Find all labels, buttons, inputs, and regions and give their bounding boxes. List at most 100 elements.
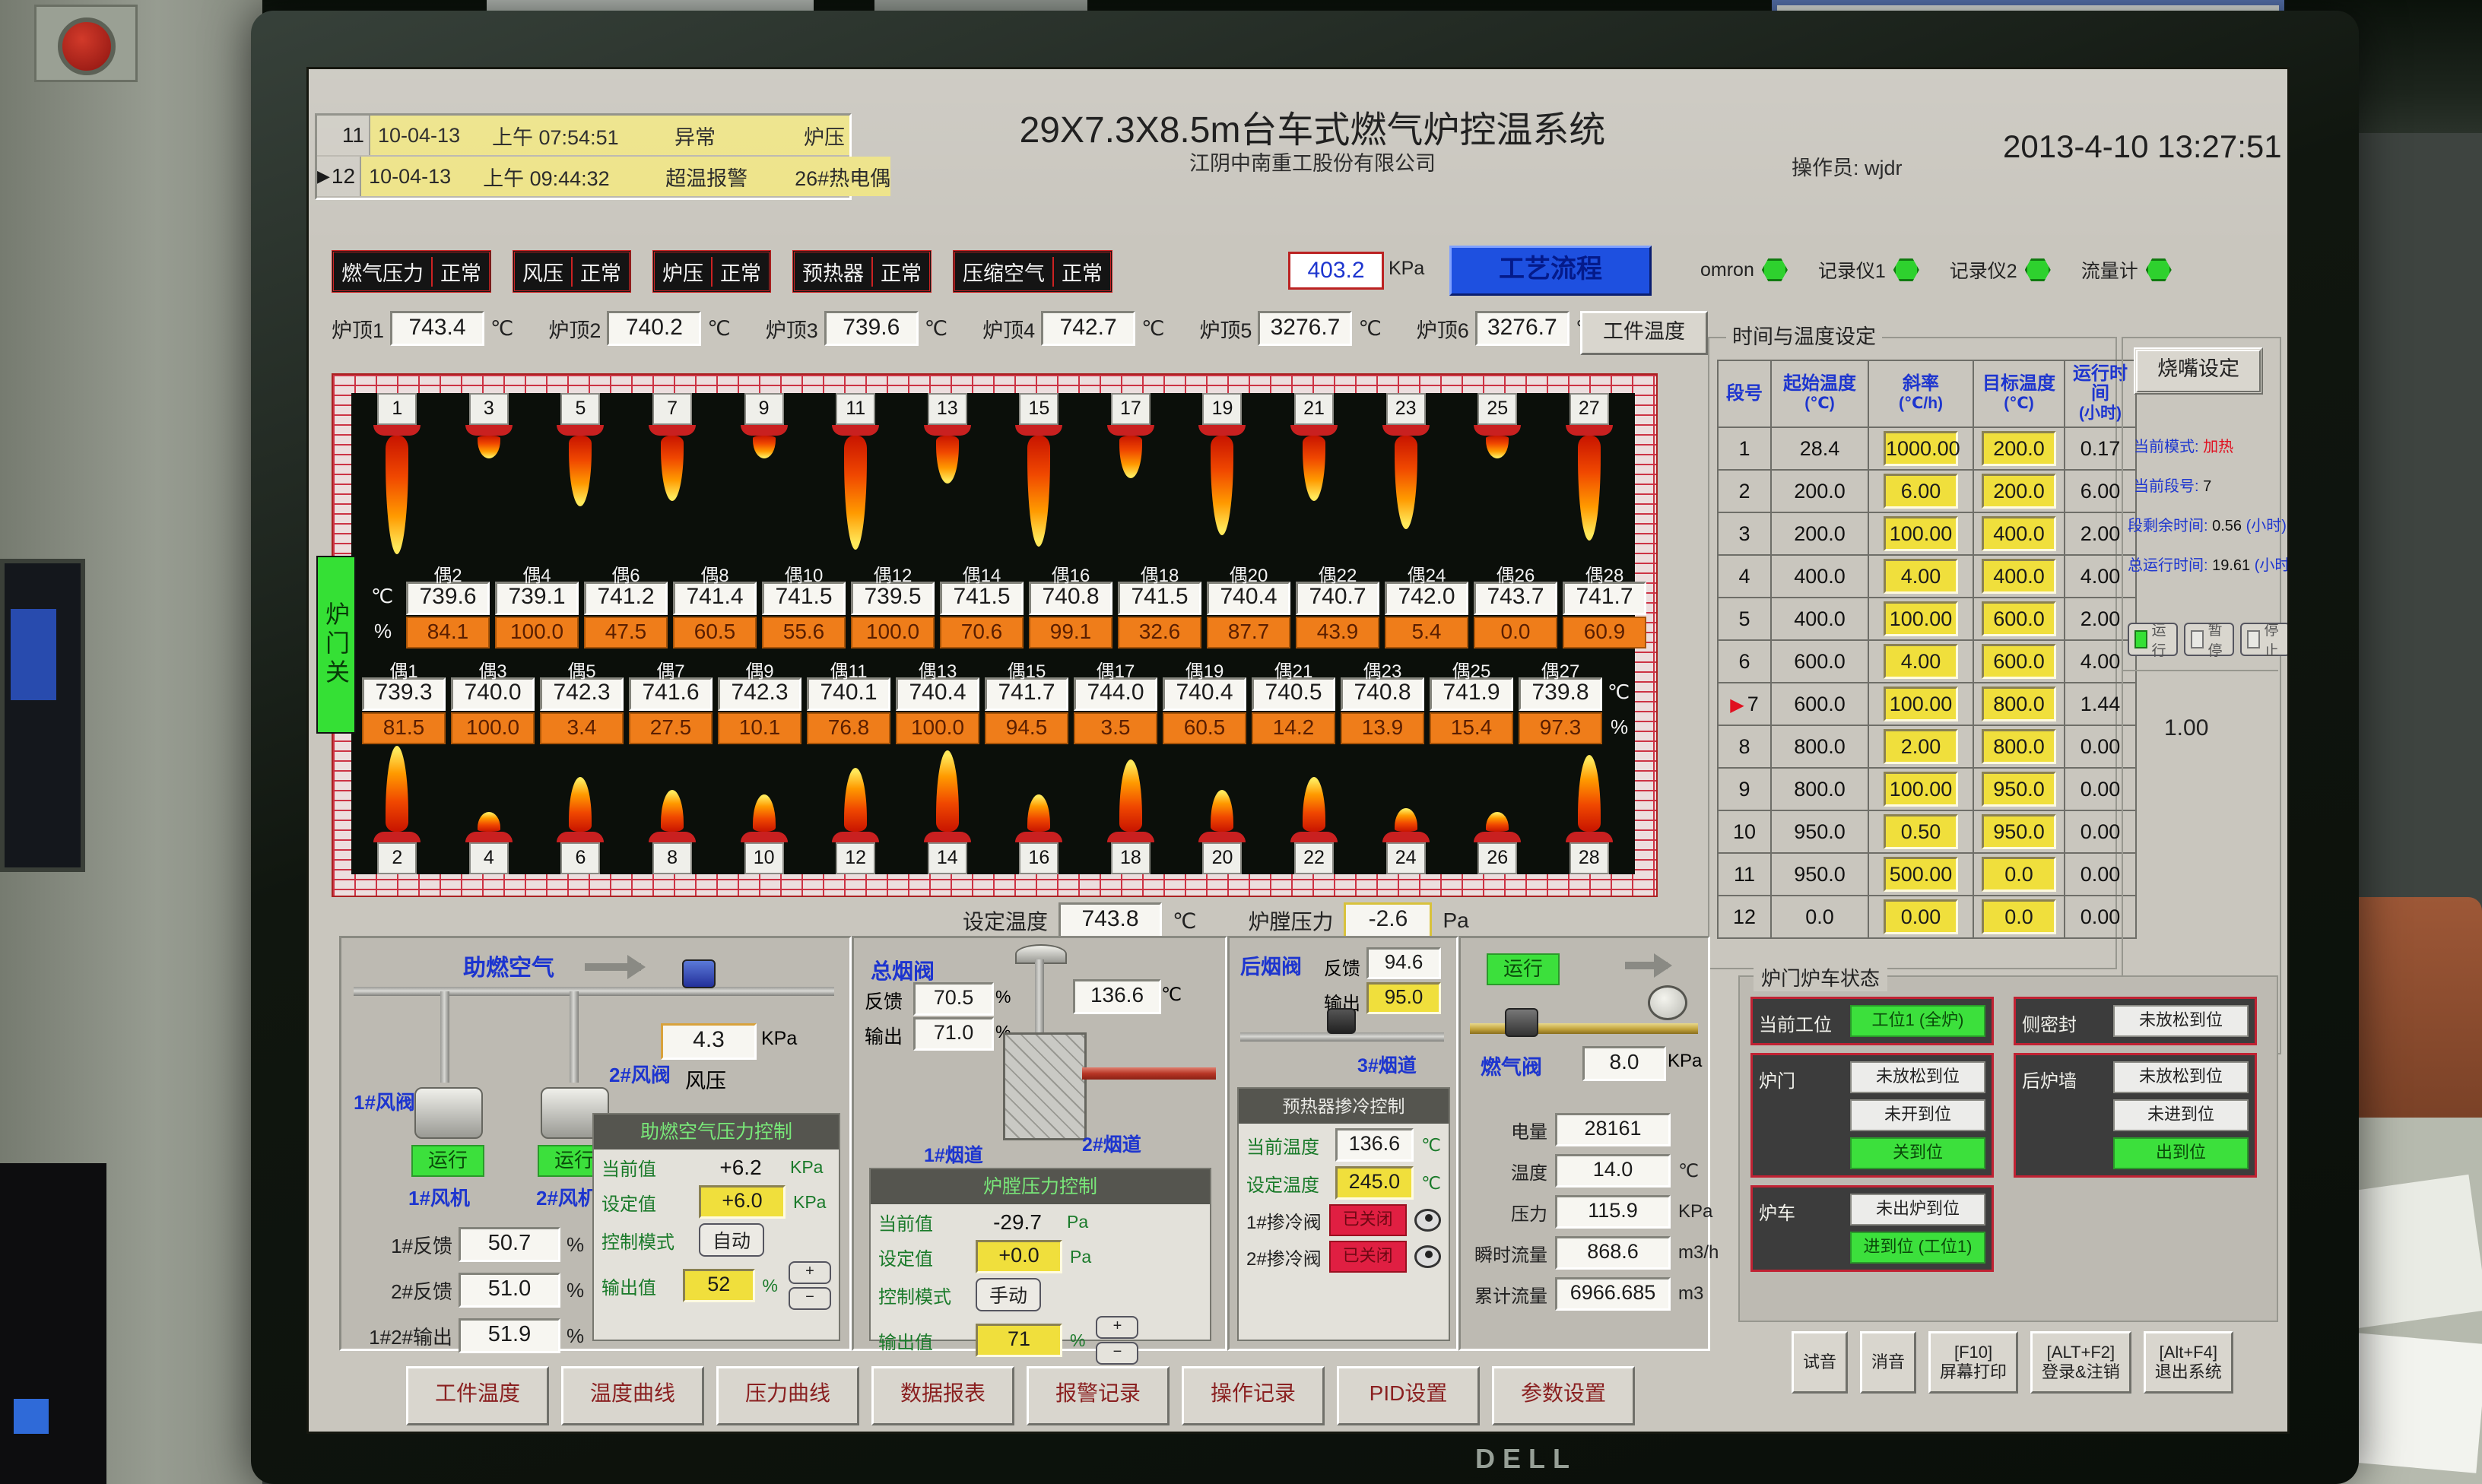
schedule-cell[interactable]: 2.00 [1868, 725, 1973, 768]
schedule-setpoint[interactable]: 950.0 [1982, 772, 2056, 807]
system-button[interactable]: 消音 [1860, 1331, 1916, 1394]
schedule-setpoint[interactable]: 0.50 [1884, 814, 1958, 849]
system-button[interactable]: [F10]屏幕打印 [1928, 1331, 2018, 1394]
schedule-setpoint[interactable]: 800.0 [1982, 687, 2056, 721]
schedule-setpoint[interactable]: 200.0 [1982, 431, 2056, 466]
schedule-setpoint[interactable]: 1000.00 [1884, 431, 1958, 466]
control-setpoint-value[interactable]: +0.0 [976, 1240, 1062, 1273]
schedule-setpoint[interactable]: 2.00 [1884, 729, 1958, 764]
schedule-cell[interactable]: 0.00 [1868, 896, 1973, 938]
furnace-graphic: 13579111315171921232527 偶2739.684.1偶4739… [332, 373, 1658, 897]
schedule-cell[interactable]: 500.00 [1868, 853, 1973, 896]
schedule-cell[interactable]: 4.00 [1868, 640, 1973, 683]
schedule-setpoint[interactable]: 100.00 [1884, 687, 1958, 721]
schedule-cell[interactable]: 1000.00 [1868, 427, 1973, 470]
schedule-cell[interactable]: 0.0 [1973, 853, 2065, 896]
schedule-cell[interactable]: 100.00 [1868, 683, 1973, 725]
schedule-cell[interactable]: 100.00 [1868, 598, 1973, 640]
schedule-cell[interactable]: 800.0 [1973, 683, 2065, 725]
control-output-value[interactable]: 71 [976, 1324, 1062, 1357]
nav-button-PID设置[interactable]: PID设置 [1337, 1366, 1480, 1425]
system-button[interactable]: 试音 [1792, 1331, 1848, 1394]
schedule-cell[interactable]: 950.0 [1973, 810, 2065, 853]
control-setpoint-value[interactable]: 245.0 [1335, 1166, 1414, 1200]
schedule-cell[interactable]: 0.50 [1868, 810, 1973, 853]
schedule-setpoint[interactable]: 400.0 [1982, 516, 2056, 551]
rear-output-value[interactable]: 95.0 [1366, 982, 1441, 1014]
flame-icon [661, 790, 684, 832]
schedule-cell[interactable]: 400.0 [1973, 555, 2065, 598]
schedule-setpoint[interactable]: 600.0 [1982, 601, 2056, 636]
decrement-button[interactable]: − [1096, 1342, 1138, 1365]
burner-mouth [649, 425, 696, 436]
schedule-cell[interactable]: 600.0 [1973, 640, 2065, 683]
gas-pressure-unit: KPa [1668, 1051, 1702, 1072]
schedule-setpoint[interactable]: 600.0 [1982, 644, 2056, 679]
eye-icon[interactable] [1414, 1209, 1441, 1232]
schedule-setpoint[interactable]: 0.0 [1982, 857, 2056, 892]
schedule-cell[interactable]: 0.0 [1973, 896, 2065, 938]
schedule-cell[interactable]: 200.0 [1973, 470, 2065, 512]
control-output-value[interactable]: 52 [683, 1269, 755, 1302]
nav-button-参数设置[interactable]: 参数设置 [1492, 1366, 1635, 1425]
stop-button[interactable]: 停止 [2240, 623, 2290, 656]
control-mode-button[interactable]: 自动 [699, 1223, 764, 1257]
schedule-setpoint[interactable]: 100.00 [1884, 601, 1958, 636]
nav-button-操作记录[interactable]: 操作记录 [1182, 1366, 1325, 1425]
nav-button-数据报表[interactable]: 数据报表 [871, 1366, 1014, 1425]
alarm-row[interactable]: 11 10-04-13 上午 07:54:51 异常 炉压 [317, 116, 849, 157]
schedule-setpoint[interactable]: 200.0 [1982, 474, 2056, 509]
nav-button-工件温度[interactable]: 工件温度 [406, 1366, 549, 1425]
system-button[interactable]: [Alt+F4]退出系统 [2144, 1331, 2233, 1394]
burner-settings-button[interactable]: 烧嘴设定 [2134, 347, 2263, 395]
control-mode-button[interactable]: 手动 [976, 1278, 1041, 1311]
control-row-label: 设定温度 [1246, 1170, 1328, 1197]
schedule-cell[interactable]: 200.0 [1973, 427, 2065, 470]
nav-button-温度曲线[interactable]: 温度曲线 [561, 1366, 704, 1425]
nav-button-压力曲线[interactable]: 压力曲线 [716, 1366, 859, 1425]
burner-column: 19 [1176, 393, 1268, 557]
schedule-cell[interactable]: 600.0 [1973, 598, 2065, 640]
burner-tag: 3 [469, 393, 509, 425]
schedule-cell[interactable]: 100.00 [1868, 768, 1973, 810]
run-button[interactable]: 运行 [2128, 623, 2178, 656]
schedule-cell[interactable]: 6.00 [1868, 470, 1973, 512]
eye-icon[interactable] [1414, 1245, 1441, 1268]
nav-button-报警记录[interactable]: 报警记录 [1027, 1366, 1170, 1425]
unit-celsius: ℃ [490, 317, 513, 341]
alarm-row-selected[interactable]: ▶ 12 10-04-13 上午 09:44:32 超温报警 26#热电偶 [317, 157, 849, 198]
thermocouple-cell: 偶7741.627.5 [629, 656, 713, 744]
thermocouple-cell: 偶13740.4100.0 [896, 656, 979, 744]
pause-button[interactable]: 暂停 [2184, 623, 2234, 656]
burner-column: 8 [627, 737, 719, 874]
unit-percent: % [567, 1279, 584, 1302]
schedule-cell[interactable]: 400.0 [1973, 512, 2065, 555]
schedule-setpoint[interactable]: 400.0 [1982, 559, 2056, 594]
schedule-setpoint[interactable]: 100.00 [1884, 772, 1958, 807]
schedule-setpoint[interactable]: 500.00 [1884, 857, 1958, 892]
increment-button[interactable]: + [1096, 1316, 1138, 1339]
roof-temp-item: 炉顶2740.2℃ [548, 311, 730, 346]
door-status-label: 侧密封 [2022, 1005, 2106, 1036]
increment-button[interactable]: + [789, 1261, 831, 1284]
schedule-cell[interactable]: 800.0 [1973, 725, 2065, 768]
alarm-time: 上午 07:54:51 [492, 121, 674, 151]
schedule-setpoint[interactable]: 950.0 [1982, 814, 2056, 849]
schedule-setpoint[interactable]: 4.00 [1884, 559, 1958, 594]
schedule-setpoint[interactable]: 800.0 [1982, 729, 2056, 764]
burner-tag: 13 [928, 393, 967, 425]
decrement-button[interactable]: − [789, 1287, 831, 1310]
schedule-setpoint[interactable]: 0.0 [1982, 899, 2056, 934]
control-setpoint-value[interactable]: +6.0 [699, 1185, 786, 1219]
schedule-setpoint[interactable]: 4.00 [1884, 644, 1958, 679]
schedule-cell[interactable]: 4.00 [1868, 555, 1973, 598]
schedule-setpoint[interactable]: 0.00 [1884, 899, 1958, 934]
burner-tag: 20 [1202, 842, 1242, 874]
schedule-setpoint[interactable]: 6.00 [1884, 474, 1958, 509]
process-flow-button[interactable]: 工艺流程 [1449, 246, 1652, 296]
schedule-cell[interactable]: 950.0 [1973, 768, 2065, 810]
system-button[interactable]: [ALT+F2]登录&注销 [2030, 1331, 2131, 1394]
schedule-cell[interactable]: 100.00 [1868, 512, 1973, 555]
schedule-setpoint[interactable]: 100.00 [1884, 516, 1958, 551]
workpiece-temp-button[interactable]: 工件温度 [1580, 311, 1708, 355]
